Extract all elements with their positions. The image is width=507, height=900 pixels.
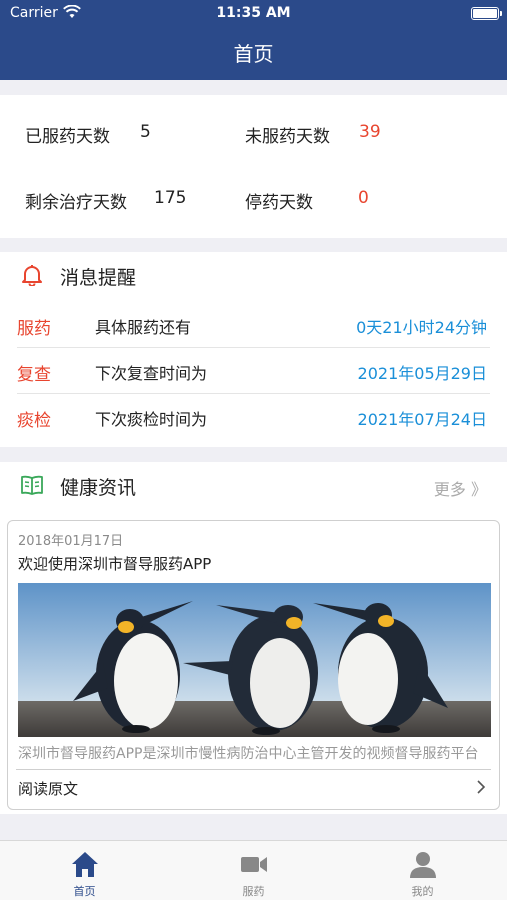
reminder-desc: 下次痰检时间为 xyxy=(95,410,208,429)
battery-icon xyxy=(471,7,502,20)
news-header: 健康资讯 更多 》 xyxy=(0,462,507,508)
stat-label: 未服药天数 xyxy=(245,127,330,147)
bell-icon xyxy=(22,265,42,286)
divider xyxy=(16,769,491,770)
reminder-title: 消息提醒 xyxy=(60,267,137,289)
health-news-card: 健康资讯 更多 》 2018年01月17日 欢迎使用深圳市督导服药APP 深圳市… xyxy=(0,462,507,814)
medication-stats-card: 已服药天数 5 未服药天数 39 剩余治疗天数 175 停药天数 0 xyxy=(0,95,507,238)
user-icon xyxy=(410,852,436,878)
stat-taken-days: 已服药天数 5 xyxy=(25,122,151,147)
stat-label: 剩余治疗天数 xyxy=(25,193,127,213)
reminder-value: 2021年07月24日 xyxy=(357,410,487,429)
stat-label: 已服药天数 xyxy=(25,127,110,147)
chevron-right-icon[interactable] xyxy=(475,779,487,795)
tab-label: 服药 xyxy=(242,885,265,898)
article-title: 欢迎使用深圳市督导服药APP xyxy=(18,555,212,573)
more-link[interactable]: 更多 》 xyxy=(434,476,487,500)
page-title: 首页 xyxy=(233,42,274,66)
app-header: Carrier 11:35 AM 首页 xyxy=(0,0,507,80)
news-title: 健康资讯 xyxy=(60,477,137,499)
stat-stopped-days: 停药天数 0 xyxy=(245,188,369,213)
stat-value: 175 xyxy=(154,188,187,208)
video-camera-icon xyxy=(241,857,267,872)
status-bar: Carrier 11:35 AM xyxy=(0,0,507,28)
stat-label: 停药天数 xyxy=(245,193,313,213)
bottom-tab-bar: 首页 服药 我的 xyxy=(0,840,507,900)
reminder-row-sputum-test[interactable]: 痰检 下次痰检时间为 2021年07月24日 xyxy=(0,394,507,440)
article-date: 2018年01月17日 xyxy=(18,534,124,549)
reminder-tag: 复查 xyxy=(17,365,51,385)
reminder-desc: 下次复查时间为 xyxy=(95,364,208,383)
read-original-link[interactable]: 阅读原文 xyxy=(18,778,78,799)
open-book-icon xyxy=(21,475,43,495)
tab-label: 首页 xyxy=(73,885,96,898)
reminder-tag: 痰检 xyxy=(17,411,51,431)
reminder-value: 2021年05月29日 xyxy=(357,364,487,383)
home-icon xyxy=(72,852,98,877)
reminder-card: 消息提醒 服药 具体服药还有 0天21小时24分钟 复查 下次复查时间为 202… xyxy=(0,252,507,447)
reminder-row-checkup[interactable]: 复查 下次复查时间为 2021年05月29日 xyxy=(0,348,507,394)
tab-home[interactable]: 首页 xyxy=(0,841,169,900)
reminder-desc: 具体服药还有 xyxy=(95,318,192,337)
tab-medication[interactable]: 服药 xyxy=(169,841,338,900)
stat-remaining-days: 剩余治疗天数 175 xyxy=(25,188,186,213)
news-article-card[interactable]: 2018年01月17日 欢迎使用深圳市督导服药APP 深圳市督导服药APP是深圳… xyxy=(7,520,500,810)
reminder-value: 0天21小时24分钟 xyxy=(356,318,487,337)
article-image-penguins xyxy=(18,583,491,737)
stat-missed-days: 未服药天数 39 xyxy=(245,122,381,147)
stat-value: 0 xyxy=(358,188,369,208)
tab-profile[interactable]: 我的 xyxy=(338,841,507,900)
tab-label: 我的 xyxy=(411,885,434,898)
reminder-tag: 服药 xyxy=(17,319,51,339)
status-time: 11:35 AM xyxy=(216,5,291,21)
stat-value: 5 xyxy=(140,122,151,142)
article-summary: 深圳市督导服药APP是深圳市慢性病防治中心主管开发的视频督导服药平台 xyxy=(18,746,479,762)
reminder-row-medication[interactable]: 服药 具体服药还有 0天21小时24分钟 xyxy=(0,302,507,348)
stat-value: 39 xyxy=(359,122,381,142)
reminder-header: 消息提醒 xyxy=(0,252,507,298)
